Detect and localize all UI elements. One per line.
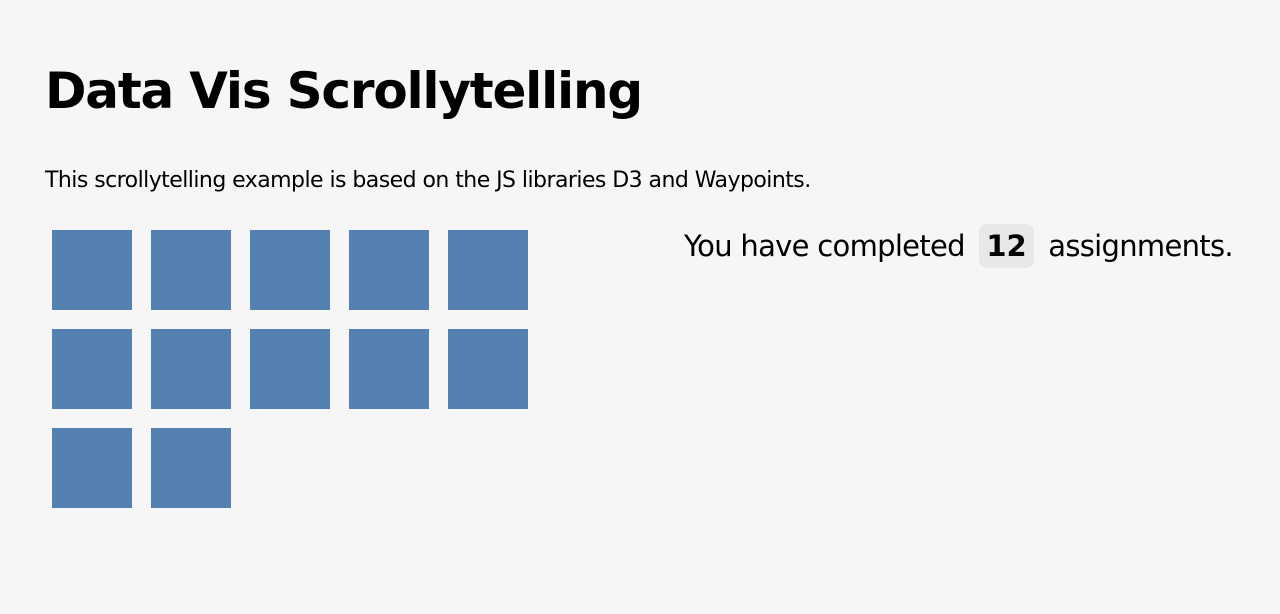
assignment-square — [52, 230, 132, 310]
assignment-square — [151, 428, 231, 508]
assignment-square — [448, 230, 528, 310]
status-prefix: You have completed — [684, 229, 966, 263]
status-suffix: assignments. — [1048, 229, 1233, 263]
assignment-square — [151, 230, 231, 310]
assignment-square — [448, 329, 528, 409]
assignment-square — [250, 329, 330, 409]
assignment-square — [52, 428, 132, 508]
assignment-square — [52, 329, 132, 409]
intro-text: This scrollytelling example is based on … — [45, 168, 811, 193]
assignment-square — [349, 230, 429, 310]
page-title: Data Vis Scrollytelling — [45, 62, 643, 120]
assignment-square — [151, 329, 231, 409]
completion-status: You have completed 12 assignments. — [684, 224, 1234, 268]
assignment-grid — [52, 230, 532, 520]
assignment-square — [250, 230, 330, 310]
completed-count-badge: 12 — [979, 224, 1034, 268]
assignment-square — [349, 329, 429, 409]
